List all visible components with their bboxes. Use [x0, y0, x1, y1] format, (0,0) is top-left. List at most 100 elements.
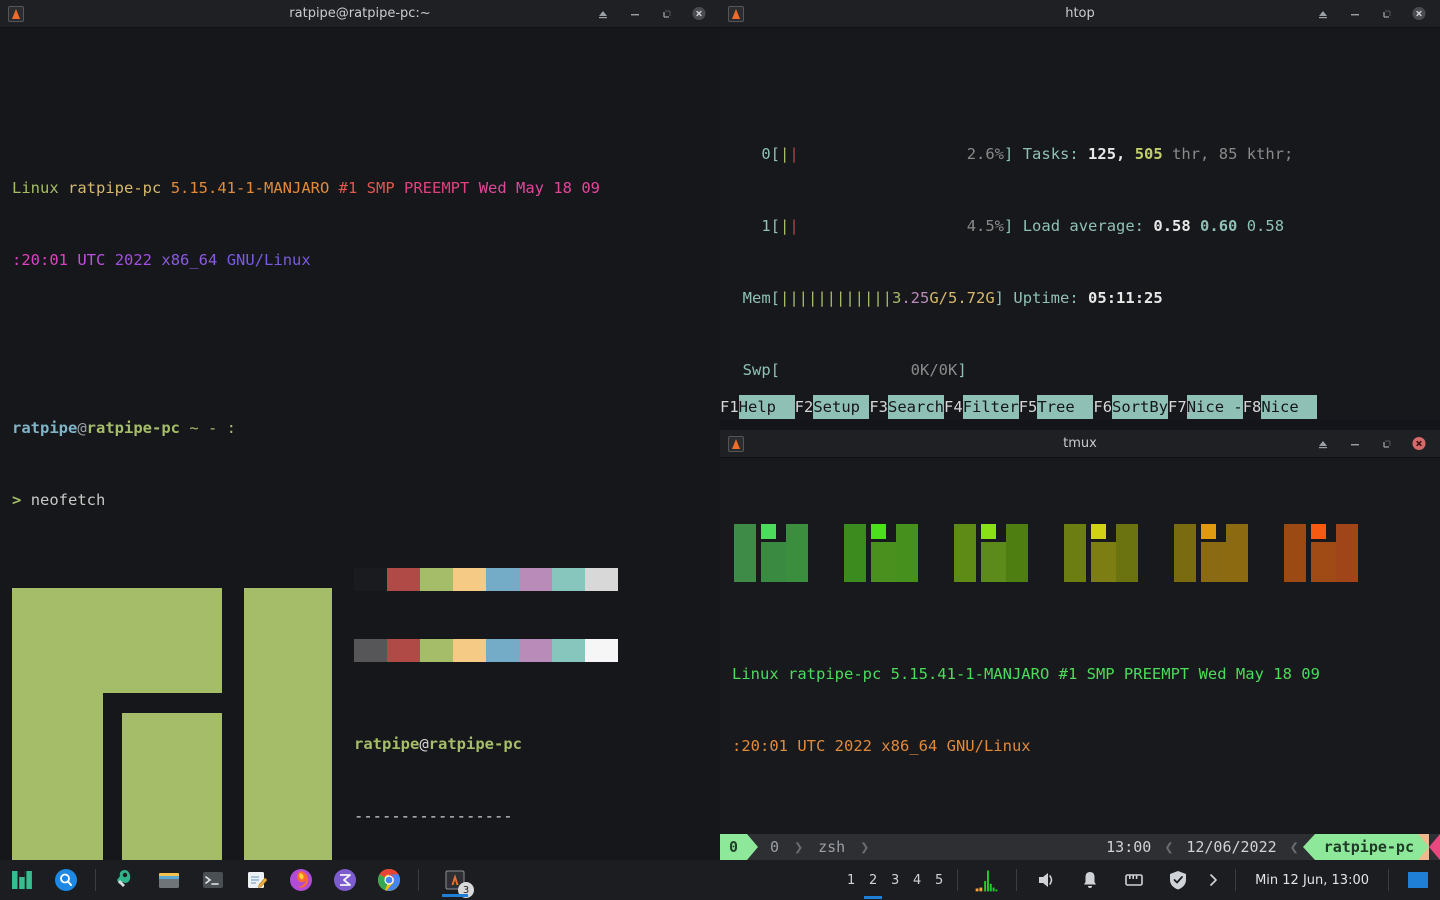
tmux-uname-line-2: :20:01 UTC 2022 x86_64 GNU/Linux [732, 737, 1031, 755]
cpu-graph-icon[interactable] [970, 863, 1005, 897]
logo-block [1311, 524, 1326, 539]
firefox-icon[interactable] [284, 863, 318, 897]
titlebar-tmux[interactable]: tmux [720, 430, 1440, 458]
fkey-number: F1 [720, 395, 739, 419]
terminal-icon[interactable] [196, 863, 230, 897]
taskbar-separator [1388, 869, 1389, 891]
fkey-sortby[interactable]: SortBy [1112, 395, 1169, 419]
fkey-number: F5 [1018, 395, 1038, 419]
chrome-icon[interactable] [372, 863, 406, 897]
window-terminal[interactable]: ratpipe@ratpipe-pc:~ Linux ratpipe-pc 5.… [0, 0, 720, 860]
fkey-number: F3 [869, 395, 889, 419]
workspace-switcher[interactable]: 12345 [840, 861, 950, 899]
logo-block [1226, 524, 1248, 582]
chevron-right-icon[interactable] [1205, 863, 1223, 897]
file-manager-icon[interactable] [152, 863, 186, 897]
workspace-2[interactable]: 2 [862, 861, 884, 899]
memory-meter: Mem[||||||||||||3.25G/5.72G] Uptime: 05:… [742, 289, 1163, 307]
fkey-number: F4 [944, 395, 963, 419]
fkey-nice[interactable]: Nice [1261, 395, 1318, 419]
palette-swatch [585, 639, 618, 662]
tmux-date: 12/06/2022 [1186, 838, 1277, 856]
htop-function-keys[interactable]: F1 Help F2 Setup F3 Search F4 Filter F5 Tree F6… [720, 394, 1440, 420]
notification-bell-icon[interactable] [1073, 863, 1107, 897]
logo-block [1006, 524, 1028, 582]
tmux-status-bar[interactable]: 0 0 ❯ zsh ❯ 13:00 ❮ 12/06/2022 ❮ ratpipe… [720, 834, 1440, 860]
manjaro-menu-icon[interactable] [5, 863, 39, 897]
desktop: ratpipe@ratpipe-pc:~ Linux ratpipe-pc 5.… [0, 0, 1440, 900]
shade-button[interactable] [1316, 437, 1330, 451]
minimize-button[interactable] [1348, 7, 1362, 21]
palette-swatch [552, 639, 585, 662]
workspace-4[interactable]: 4 [906, 861, 928, 899]
alacritty-icon [728, 5, 744, 22]
logo-block [1336, 524, 1358, 582]
tmux-content[interactable]: Linux ratpipe-pc 5.15.41-1-MANJARO #1 SM… [720, 458, 1440, 860]
fkey-nice -[interactable]: Nice - [1186, 395, 1243, 419]
minimize-button[interactable] [628, 7, 642, 21]
window-tmux[interactable]: tmux Linux ratpipe-pc 5.15.41-1-MANJARO … [720, 430, 1440, 860]
close-button[interactable] [692, 6, 706, 21]
taskbar-clock[interactable]: Min 12 Jun, 13:00 [1243, 873, 1381, 888]
taskbar[interactable]: 3 12345 Min 12 Jun, 13:00 [0, 860, 1440, 900]
neofetch-header: ratpipe@ratpipe-pc [354, 735, 522, 753]
fkey-search[interactable]: Search [888, 395, 945, 419]
tmux-window-name[interactable]: zsh [809, 834, 854, 860]
palette-swatch [519, 639, 552, 662]
tmux-clock: 13:00 [1106, 838, 1152, 856]
palette-row-bottom [354, 639, 618, 662]
taskbar-separator [957, 869, 959, 891]
terminal-content[interactable]: Linux ratpipe-pc 5.15.41-1-MANJARO #1 SM… [0, 28, 720, 860]
palette-swatch [486, 568, 519, 591]
volume-icon[interactable] [1029, 863, 1063, 897]
minimize-button[interactable] [1348, 437, 1362, 451]
alacritty-taskbar-item[interactable]: 3 [438, 863, 474, 898]
alacritty-icon [728, 435, 744, 452]
palette-swatch [420, 639, 453, 662]
maximize-button[interactable] [1380, 7, 1394, 21]
close-button[interactable] [1412, 6, 1426, 21]
tmux-logo-glyph [954, 524, 1047, 582]
logo-block [896, 524, 918, 582]
htop-content[interactable]: 0[|| 2.6%] Tasks: 125, 505 thr, 85 kthr;… [720, 28, 1440, 420]
fkey-filter[interactable]: Filter [962, 395, 1019, 419]
close-button[interactable] [1412, 436, 1426, 451]
fkey-setup[interactable]: Setup [813, 395, 870, 419]
shade-button[interactable] [1316, 7, 1330, 21]
prompt-line-bottom: ratpipe@ratpipe-pc ~ - : > [12, 814, 236, 860]
tmux-sep-8-icon [1429, 834, 1440, 860]
text-editor-icon[interactable] [240, 863, 274, 897]
fkey-help[interactable]: Help [738, 395, 795, 419]
logo-block [1174, 524, 1196, 582]
titlebar-terminal[interactable]: ratpipe@ratpipe-pc:~ [0, 0, 720, 28]
tmux-window-index[interactable]: 0 [758, 834, 788, 860]
workspace-5[interactable]: 5 [928, 861, 950, 899]
tmux-session-indicator[interactable]: 0 [720, 834, 748, 860]
logo-block [1284, 524, 1306, 582]
network-icon[interactable] [1117, 863, 1151, 897]
tmux-uname-line-1: Linux ratpipe-pc 5.15.41-1-MANJARO #1 SM… [732, 665, 1320, 683]
show-desktop-button[interactable] [1401, 863, 1435, 897]
titlebar-htop[interactable]: htop [720, 0, 1440, 28]
tmux-sep-6-icon [1302, 834, 1315, 860]
tmux-sep-5-icon: ❮ [1289, 838, 1299, 856]
logo-block [1201, 524, 1216, 539]
fkey-tree[interactable]: Tree [1037, 395, 1094, 419]
emacs-icon[interactable] [328, 863, 362, 897]
window-htop[interactable]: htop 0[|| 2.6%] Tasks: 125, 505 thr, 85 … [720, 0, 1440, 420]
tmux-logo-glyph [1064, 524, 1157, 582]
settings-icon[interactable] [108, 863, 142, 897]
shield-icon[interactable] [1161, 863, 1195, 897]
shade-button[interactable] [596, 7, 610, 21]
uname-line-2: :20:01 UTC 2022 x86_64 GNU/Linux [12, 251, 311, 269]
palette-swatch [453, 639, 486, 662]
search-icon[interactable] [49, 863, 83, 897]
workspace-1[interactable]: 1 [840, 861, 862, 899]
taskbar-separator [95, 869, 96, 891]
taskbar-separator [1016, 869, 1018, 891]
taskbar-separator [418, 869, 419, 891]
maximize-button[interactable] [1380, 437, 1394, 451]
maximize-button[interactable] [660, 7, 674, 21]
workspace-3[interactable]: 3 [884, 861, 906, 899]
swap-meter: Swp[ 0K/0K] [742, 361, 967, 379]
